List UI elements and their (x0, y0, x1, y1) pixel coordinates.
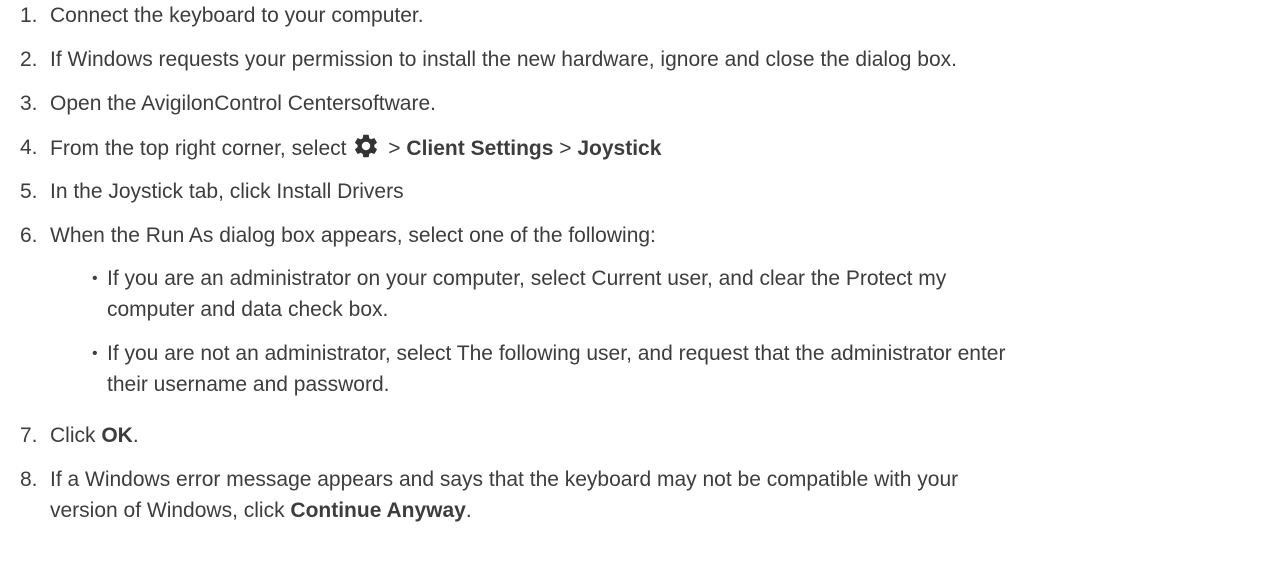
bullet-text-line: If you are an administrator on your comp… (107, 267, 947, 290)
step-text-suffix: . (465, 499, 472, 522)
step-text: In the Joystick tab, click Install Drive… (50, 180, 404, 203)
continue-anyway-label: Continue Anyway (290, 499, 466, 522)
step-text: From the top right corner, select > Clie… (50, 132, 661, 164)
step-text: Open the AvigilonControl Centersoftware. (50, 92, 436, 115)
step-text-line: version of Windows, click Continue Anywa… (50, 495, 472, 526)
step-text-prefix: Click (50, 424, 102, 447)
step-text: When the Run As dialog box appears, sele… (50, 224, 656, 247)
step-number: 5. (20, 180, 38, 203)
breadcrumb-separator: > (382, 137, 407, 160)
step-number: 8. (20, 468, 38, 491)
step-number: 4. (20, 136, 38, 159)
bullet-marker: • (92, 345, 98, 362)
step-text: Click OK. (50, 420, 139, 451)
menu-path-client-settings: Client Settings (406, 137, 554, 160)
step-number: 1. (20, 4, 38, 27)
menu-path-joystick: Joystick (577, 137, 662, 160)
step-text-prefix: From the top right corner, select (50, 137, 347, 160)
step-number: 2. (20, 48, 38, 71)
bullet-text-line: If you are not an administrator, select … (107, 342, 1006, 365)
step-number: 3. (20, 92, 38, 115)
bullet-text-line: computer and data check box. (107, 298, 389, 321)
breadcrumb-separator: > (553, 137, 578, 160)
step-number: 6. (20, 224, 38, 247)
step-text: If Windows requests your permission to i… (50, 48, 957, 71)
step-text-suffix: . (132, 424, 139, 447)
step-text-prefix: version of Windows, click (50, 499, 291, 522)
gear-icon (355, 134, 378, 158)
bullet-marker: • (92, 270, 98, 287)
step-text-line: If a Windows error message appears and s… (50, 468, 959, 491)
step-number: 7. (20, 424, 38, 447)
step-text: Connect the keyboard to your computer. (50, 4, 424, 27)
ok-button-label: OK (101, 424, 133, 447)
bullet-text-line: their username and password. (107, 373, 390, 396)
